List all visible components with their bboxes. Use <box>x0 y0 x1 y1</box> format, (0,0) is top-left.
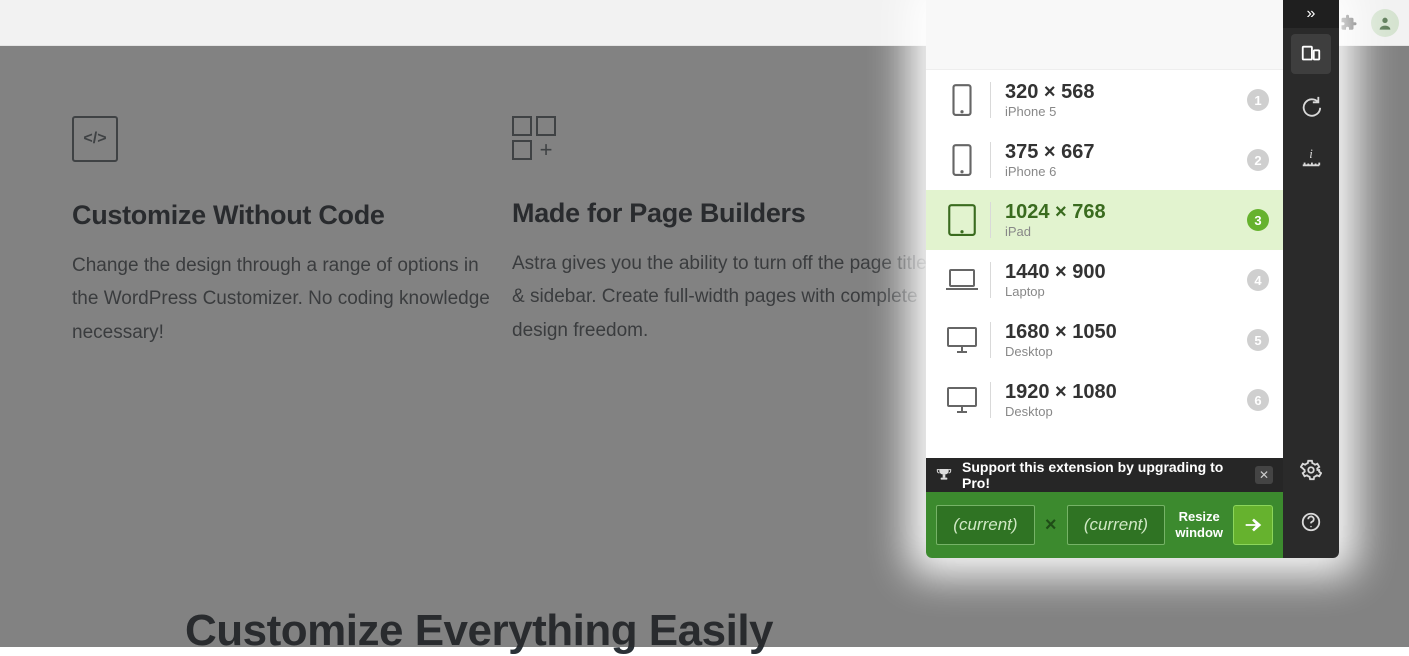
width-input[interactable]: (current) <box>936 505 1035 545</box>
preset-label: Desktop <box>1005 404 1247 419</box>
trophy-icon <box>936 467 952 483</box>
profile-avatar-icon[interactable] <box>1371 9 1399 37</box>
laptop-icon <box>934 267 990 293</box>
feature-1-body: Change the design through a range of opt… <box>72 249 502 349</box>
divider <box>990 262 991 298</box>
popup-header <box>926 0 1283 70</box>
preset-label: iPhone 5 <box>1005 104 1247 119</box>
extension-popup: 320 × 568iPhone 51375 × 667iPhone 621024… <box>926 0 1339 558</box>
preset-index-badge: 5 <box>1247 329 1269 351</box>
info-ruler-button[interactable]: i <box>1291 138 1331 178</box>
divider <box>990 142 991 178</box>
preset-label: iPhone 6 <box>1005 164 1247 179</box>
phone-icon <box>934 83 990 117</box>
preset-list[interactable]: 320 × 568iPhone 51375 × 667iPhone 621024… <box>926 70 1283 458</box>
section-heading: Customize Everything Easily <box>185 606 773 656</box>
resize-go-button[interactable] <box>1233 505 1273 545</box>
promo-close-button[interactable]: ✕ <box>1255 466 1273 484</box>
desktop-icon <box>934 325 990 355</box>
tablet-icon <box>934 203 990 237</box>
preset-index-badge: 3 <box>1247 209 1269 231</box>
feature-card-2: + Made for Page Builders Astra gives you… <box>512 116 942 347</box>
grid-add-icon: + <box>512 116 942 160</box>
extensions-puzzle-icon[interactable] <box>1335 9 1363 37</box>
preset-row-4[interactable]: 1440 × 900Laptop4 <box>926 250 1283 310</box>
help-button[interactable] <box>1291 502 1331 542</box>
preset-row-3[interactable]: 1024 × 768iPad3 <box>926 190 1283 250</box>
preset-dimensions: 1024 × 768 <box>1005 201 1247 223</box>
clipped-text-right: t <box>1329 296 1409 318</box>
resize-label: Resize window <box>1175 509 1223 542</box>
height-input[interactable]: (current) <box>1067 505 1166 545</box>
divider <box>990 202 991 238</box>
phone-icon <box>934 143 990 177</box>
preset-index-badge: 1 <box>1247 89 1269 111</box>
preset-row-1[interactable]: 320 × 568iPhone 51 <box>926 70 1283 130</box>
preset-label: Desktop <box>1005 344 1247 359</box>
preset-row-6[interactable]: 1920 × 1080Desktop6 <box>926 370 1283 430</box>
preset-row-5[interactable]: 1680 × 1050Desktop5 <box>926 310 1283 370</box>
rotate-button[interactable] <box>1291 86 1331 126</box>
divider <box>990 322 991 358</box>
collapse-chevron-icon[interactable]: » <box>1283 0 1339 28</box>
settings-gear-button[interactable] <box>1291 450 1331 490</box>
popup-sidebar: » i <box>1283 0 1339 558</box>
preset-dimensions: 1920 × 1080 <box>1005 381 1247 403</box>
code-icon: </> <box>72 116 118 162</box>
preset-label: iPad <box>1005 224 1247 239</box>
preset-index-badge: 6 <box>1247 389 1269 411</box>
feature-1-title: Customize Without Code <box>72 200 502 231</box>
preset-index-badge: 4 <box>1247 269 1269 291</box>
feature-2-body: Astra gives you the ability to turn off … <box>512 247 942 347</box>
svg-text:i: i <box>1309 147 1313 161</box>
desktop-icon <box>934 385 990 415</box>
feature-2-title: Made for Page Builders <box>512 198 942 229</box>
divider <box>990 382 991 418</box>
times-icon: × <box>1045 514 1057 537</box>
preset-index-badge: 2 <box>1247 149 1269 171</box>
preset-dimensions: 375 × 667 <box>1005 141 1247 163</box>
presets-view-button[interactable] <box>1291 34 1331 74</box>
preset-row-2[interactable]: 375 × 667iPhone 62 <box>926 130 1283 190</box>
preset-dimensions: 320 × 568 <box>1005 81 1247 103</box>
promo-text: Support this extension by upgrading to P… <box>962 459 1245 491</box>
preset-dimensions: 1680 × 1050 <box>1005 321 1247 343</box>
divider <box>990 82 991 118</box>
preset-dimensions: 1440 × 900 <box>1005 261 1247 283</box>
resize-bar: (current) × (current) Resize window <box>926 492 1283 558</box>
preset-label: Laptop <box>1005 284 1247 299</box>
feature-card-1: </> Customize Without Code Change the de… <box>72 116 502 349</box>
promo-bar: Support this extension by upgrading to P… <box>926 458 1283 492</box>
